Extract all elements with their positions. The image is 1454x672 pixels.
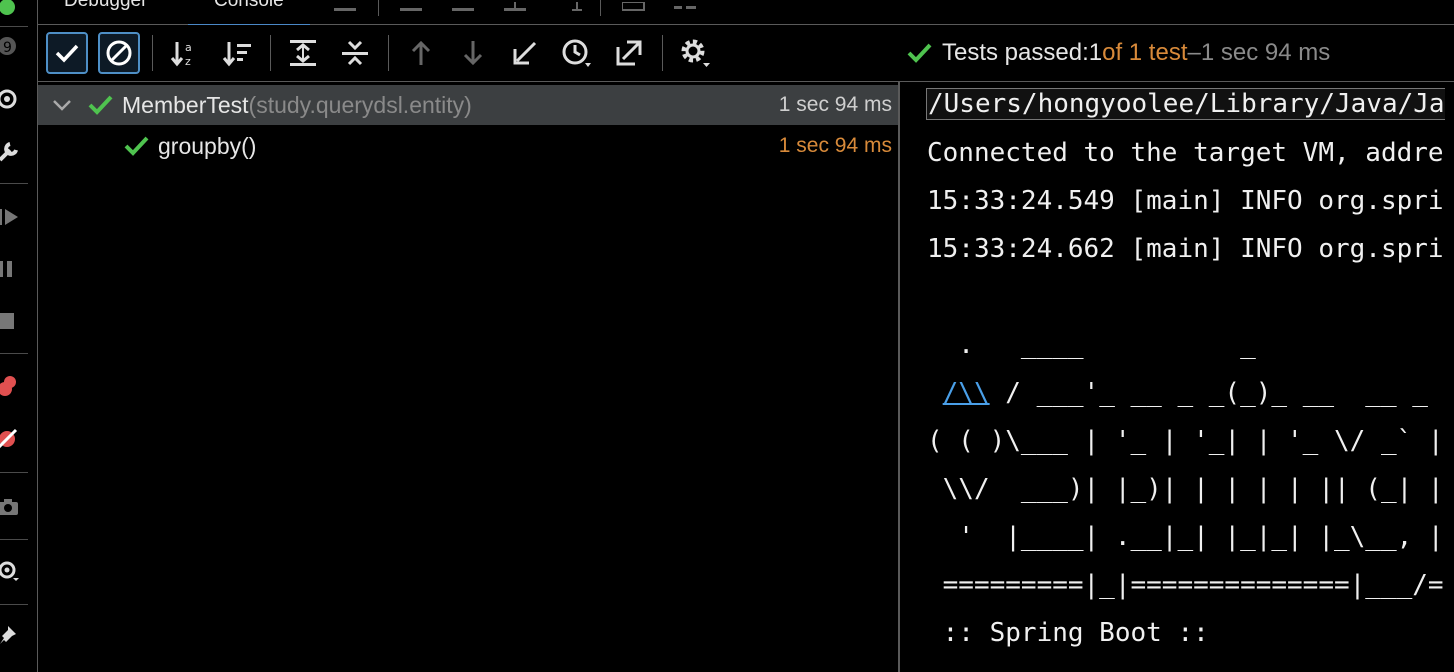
mute-breakpoints-icon[interactable]	[0, 426, 22, 452]
wrench-icon[interactable]	[0, 138, 22, 164]
gutter-separator	[0, 539, 28, 540]
collapse-all-button[interactable]	[334, 32, 376, 74]
step-over-icon[interactable]	[400, 2, 424, 12]
tree-item-membertest[interactable]: MemberTest (study.querydsl.entity) 1 sec…	[38, 85, 898, 125]
tool-window-tabs: Debugger Console	[38, 0, 1454, 27]
console-line-banner: /\\ / ___'_ __ _ _(_)_ __ __ _	[927, 378, 1428, 408]
sort-alphabetically-button[interactable]: az	[164, 32, 206, 74]
gutter-separator	[0, 26, 28, 27]
console-line: . ____ _	[927, 330, 1256, 360]
svg-text:a: a	[185, 41, 192, 54]
test-duration: 1 sec 94 ms	[778, 93, 892, 116]
settings-gear-icon[interactable]	[0, 86, 22, 112]
evaluate-icon[interactable]	[622, 2, 646, 12]
test-class-name: MemberTest	[122, 91, 249, 118]
status-duration: 1 sec 94 ms	[1200, 39, 1331, 66]
console-output[interactable]: /Users/hongyoolee/Library/Java/Ja Connec…	[900, 82, 1454, 672]
tree-item-groupby[interactable]: groupby() 1 sec 94 ms	[38, 126, 898, 166]
show-passed-button[interactable]	[46, 32, 88, 74]
export-icon	[616, 40, 642, 66]
console-link[interactable]: /\\	[943, 378, 990, 408]
console-line: ( ( )\___ | '_ | '_| | '_ \/ _` |	[927, 426, 1444, 456]
console-line: 15:33:24.662 [main] INFO org.spri	[927, 234, 1444, 264]
chevron-down-icon[interactable]	[52, 98, 72, 112]
tab-separator	[378, 0, 379, 16]
console-line: Connected to the target VM, addre	[927, 138, 1444, 168]
arrow-up-icon	[411, 40, 431, 65]
toolbar-separator	[152, 35, 153, 71]
settings-button[interactable]	[674, 32, 716, 74]
camera-icon[interactable]	[0, 494, 22, 520]
sort-alphabetically-icon: az	[170, 41, 192, 67]
tab-debugger[interactable]: Debugger	[64, 0, 147, 12]
tab-console[interactable]: Console	[188, 0, 310, 27]
toolbar-separator	[388, 35, 389, 71]
svg-text:z: z	[185, 55, 191, 67]
passed-check-icon	[907, 43, 932, 63]
previous-failed-button[interactable]	[400, 32, 442, 74]
gutter-separator	[0, 183, 28, 184]
gutter-separator	[0, 472, 28, 473]
debug-circle-icon[interactable]: 9	[0, 33, 22, 59]
layout-icon[interactable]	[334, 2, 358, 12]
svg-text:9: 9	[3, 40, 12, 56]
test-status: Tests passed: 1 of 1 test – 1 sec 94 ms	[906, 39, 1330, 67]
test-method-name: groupby()	[158, 132, 257, 159]
export-button[interactable]	[608, 32, 650, 74]
expand-all-icon	[290, 40, 316, 66]
gutter-separator	[0, 353, 28, 354]
console-line: =========|_|==============|___/=	[927, 570, 1444, 600]
toolbar-separator	[270, 35, 271, 71]
resume-icon[interactable]	[0, 204, 22, 230]
status-separator: –	[1187, 39, 1201, 66]
sort-by-duration-icon	[222, 42, 251, 67]
collapse-all-icon	[342, 40, 368, 66]
stop-icon[interactable]	[0, 308, 22, 334]
show-ignored-button[interactable]	[98, 32, 140, 74]
tab-separator	[600, 0, 601, 16]
breakpoints-icon[interactable]	[0, 373, 22, 399]
pause-icon[interactable]	[0, 256, 22, 282]
import-icon	[513, 41, 537, 65]
test-package-name: (study.querydsl.entity)	[248, 91, 472, 118]
toolbar-separator	[662, 35, 663, 71]
settings-icon[interactable]	[0, 558, 22, 584]
console-line: 15:33:24.549 [main] INFO org.spri	[927, 186, 1444, 216]
history-icon	[562, 39, 591, 67]
step-into-icon[interactable]	[452, 2, 476, 12]
step-out-icon[interactable]	[504, 2, 528, 12]
console-line: :: Spring Boot ::	[927, 618, 1209, 648]
bug-icon[interactable]	[0, 0, 22, 20]
passed-check-icon	[88, 95, 113, 115]
sort-by-duration-button[interactable]	[216, 32, 258, 74]
status-prefix: Tests passed:	[942, 39, 1089, 66]
test-runner-toolbar: az Tests passed: 1 of 1 test – 1 sec 94 …	[38, 25, 1454, 82]
console-line: /Users/hongyoolee/Library/Java/Ja	[926, 88, 1445, 120]
checkmark-icon	[55, 44, 79, 63]
left-gutter: 9	[0, 0, 38, 672]
passed-check-icon	[124, 136, 149, 156]
history-button[interactable]	[556, 32, 598, 74]
trace-icon[interactable]	[674, 2, 698, 12]
console-line-rest: / ___'_ __ _ _(_)_ __ __ _	[989, 378, 1428, 408]
test-duration: 1 sec 94 ms	[778, 134, 892, 157]
import-tests-button[interactable]	[504, 32, 546, 74]
gutter-separator	[0, 604, 28, 605]
pin-icon[interactable]	[0, 622, 22, 648]
next-failed-button[interactable]	[452, 32, 494, 74]
console-line: \\/ ___)| |_)| | | | | || (_| |	[927, 474, 1444, 504]
status-total: of 1 test	[1102, 39, 1188, 66]
run-to-cursor-icon[interactable]	[566, 2, 590, 12]
test-results-tree: MemberTest (study.querydsl.entity) 1 sec…	[38, 82, 898, 672]
status-count: 1	[1088, 39, 1103, 66]
ignored-icon	[106, 40, 132, 66]
settings-gear-icon	[681, 39, 710, 67]
expand-all-button[interactable]	[282, 32, 324, 74]
console-line: ' |____| .__|_| |_|_| |_\__, |	[927, 522, 1444, 552]
arrow-down-icon	[463, 41, 483, 66]
